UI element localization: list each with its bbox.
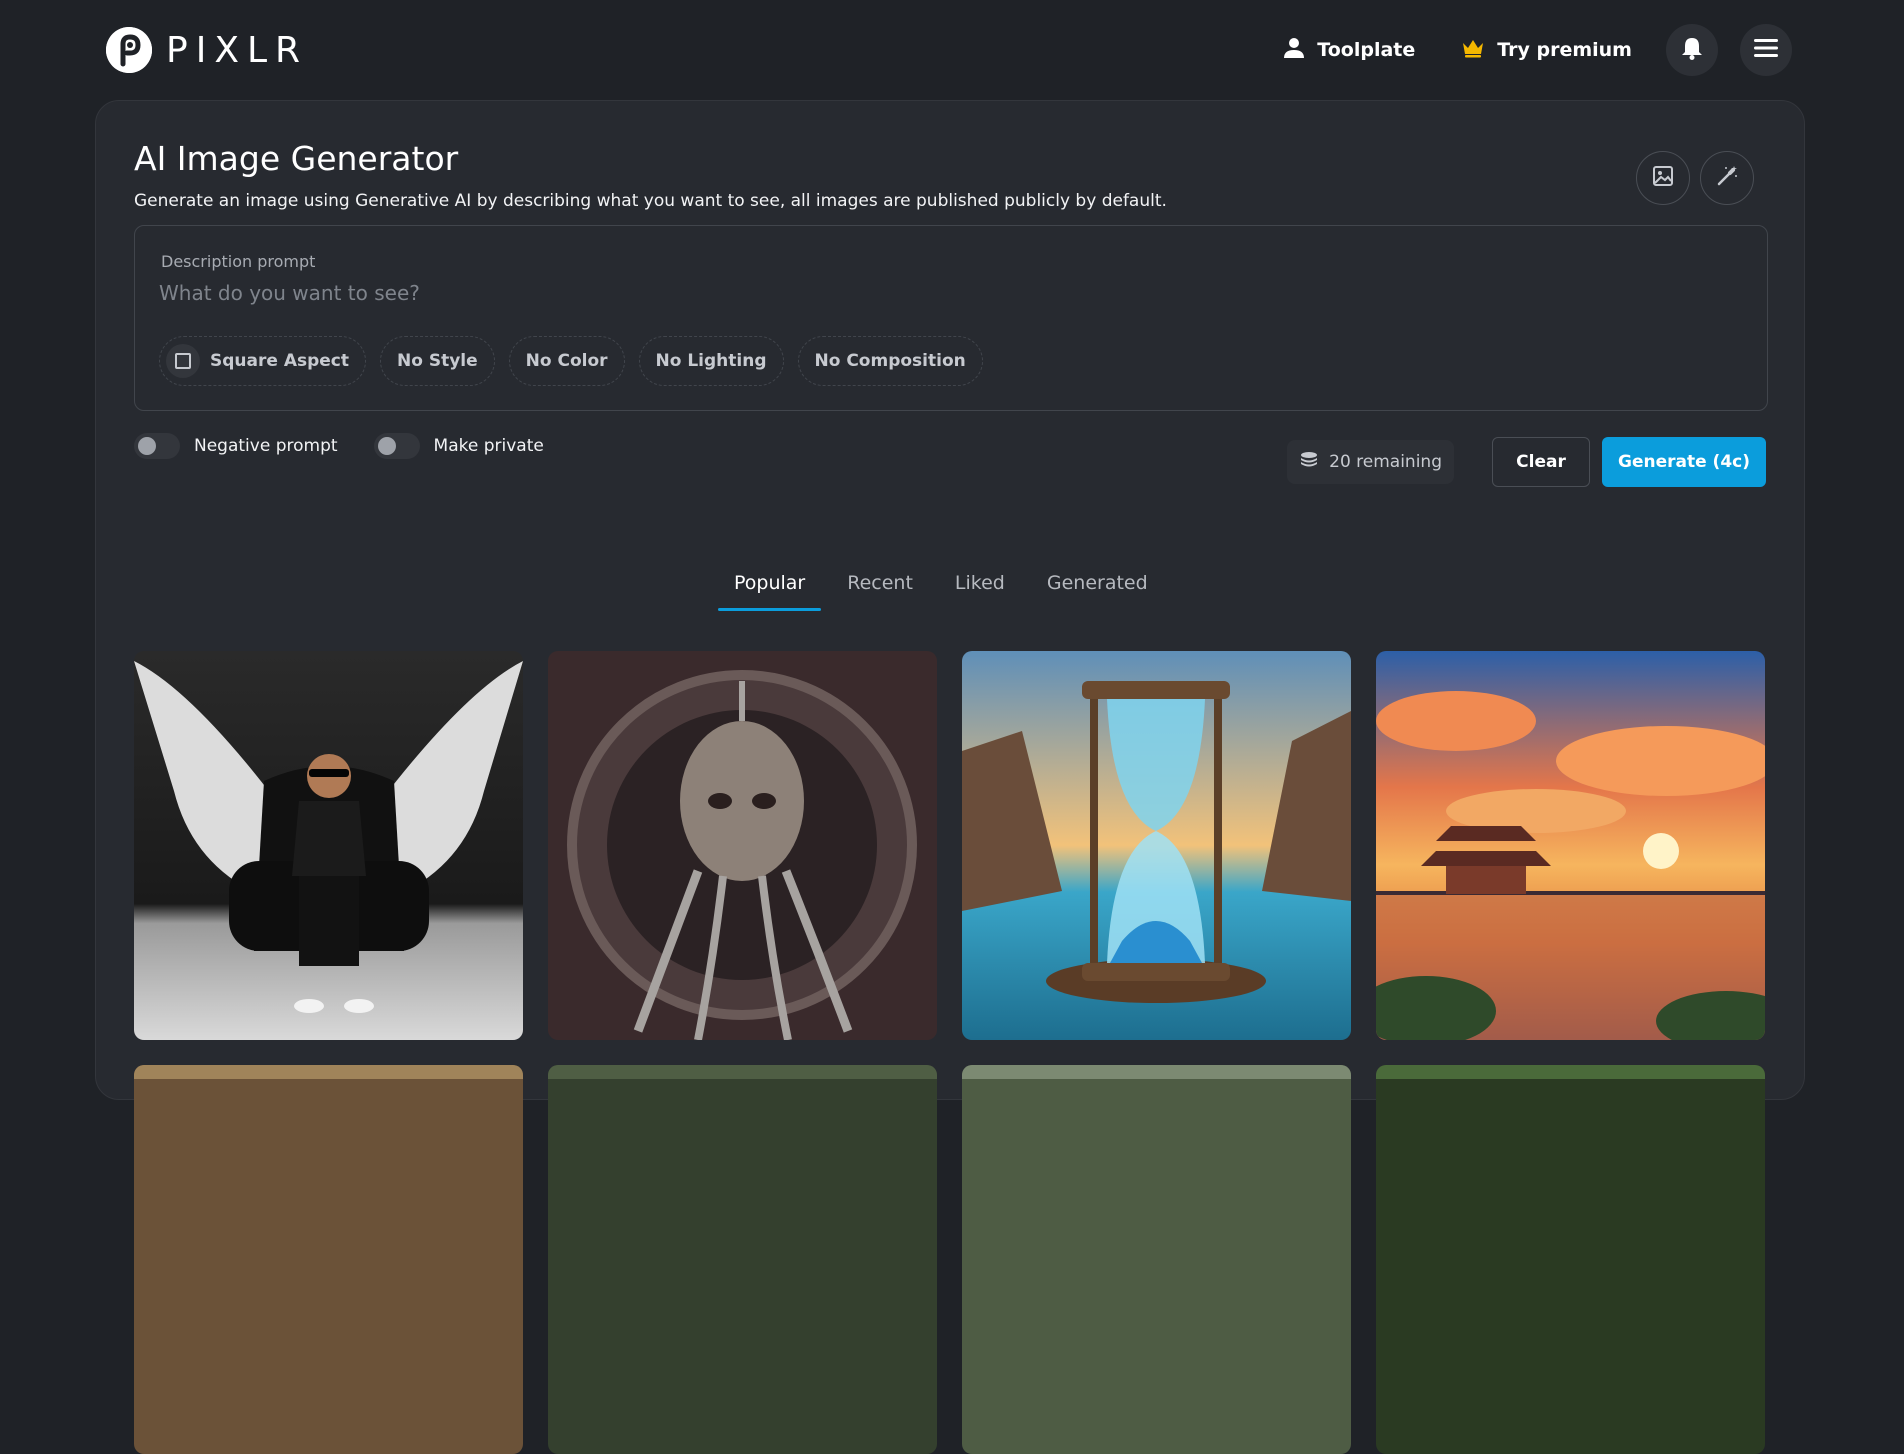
gallery-image[interactable] <box>548 651 937 1040</box>
gallery-image[interactable] <box>1376 1065 1765 1454</box>
image-reference-button[interactable] <box>1636 151 1690 205</box>
make-private-toggle[interactable]: Make private <box>373 433 544 459</box>
chip-label: No Color <box>525 351 608 371</box>
toggle-switch[interactable] <box>134 433 180 459</box>
user-icon <box>1283 37 1305 64</box>
tool-buttons <box>1636 151 1754 205</box>
page-title: AI Image Generator <box>134 139 459 178</box>
chip-label: Square Aspect <box>210 351 349 371</box>
color-chip[interactable]: No Color <box>508 336 625 386</box>
tab-popular[interactable]: Popular <box>718 557 822 611</box>
prompt-options: Square Aspect No Style No Color No Light… <box>159 336 983 386</box>
style-chip[interactable]: No Style <box>380 336 495 386</box>
notifications-button[interactable] <box>1666 24 1718 76</box>
generate-row: 20 remaining Clear Generate (4c) <box>1287 437 1766 487</box>
magic-wand-icon <box>1715 164 1739 192</box>
prompt-box: Description prompt Square Aspect No Styl… <box>134 225 1768 411</box>
credits-remaining: 20 remaining <box>1287 440 1454 484</box>
lighting-chip[interactable]: No Lighting <box>638 336 784 386</box>
pixlr-logo-icon <box>106 27 152 73</box>
chip-label: No Composition <box>814 351 966 371</box>
prompt-label: Description prompt <box>161 252 316 271</box>
bell-icon <box>1681 36 1703 64</box>
page-subtitle: Generate an image using Generative AI by… <box>134 191 1167 211</box>
crown-icon <box>1461 38 1485 63</box>
toggle-switch[interactable] <box>373 433 420 459</box>
gallery-image[interactable] <box>134 1065 523 1454</box>
gallery-image[interactable] <box>548 1065 937 1454</box>
chip-label: No Lighting <box>655 351 767 371</box>
clear-button[interactable]: Clear <box>1492 437 1590 487</box>
gallery-image[interactable] <box>962 651 1351 1040</box>
menu-button[interactable] <box>1740 24 1792 76</box>
coins-stack-icon <box>1299 450 1319 475</box>
magic-wand-button[interactable] <box>1700 151 1754 205</box>
toggle-row: Negative prompt Make private <box>134 433 544 459</box>
try-premium-link[interactable]: Try premium <box>1449 38 1644 63</box>
image-gallery <box>134 651 1770 1454</box>
brand-name: PIXLR <box>166 29 309 71</box>
tab-liked[interactable]: Liked <box>939 557 1021 609</box>
gallery-image[interactable] <box>962 1065 1351 1454</box>
tab-generated[interactable]: Generated <box>1031 557 1164 609</box>
gallery-tabs: Popular Recent Liked Generated <box>718 557 1174 611</box>
checkbox-icon <box>166 344 200 378</box>
tab-recent[interactable]: Recent <box>831 557 929 609</box>
generator-card: AI Image Generator Generate an image usi… <box>95 100 1805 1454</box>
account-label: Toolplate <box>1317 39 1416 61</box>
remaining-text: 20 remaining <box>1329 452 1442 472</box>
account-link[interactable]: Toolplate <box>1271 37 1427 64</box>
toggle-label: Negative prompt <box>194 436 338 456</box>
header-actions: Toolplate Try premium <box>1271 24 1792 76</box>
generate-button[interactable]: Generate (4c) <box>1602 437 1766 487</box>
toggle-label: Make private <box>433 436 544 456</box>
description-prompt-input[interactable] <box>159 276 1159 310</box>
gallery-image[interactable] <box>134 651 523 1040</box>
negative-prompt-toggle[interactable]: Negative prompt <box>134 433 338 459</box>
chip-label: No Style <box>397 351 478 371</box>
top-bar: PIXLR Toolplate Try premium <box>0 0 1904 100</box>
square-aspect-chip[interactable]: Square Aspect <box>159 336 366 386</box>
premium-label: Try premium <box>1497 39 1632 61</box>
hamburger-icon <box>1754 38 1778 62</box>
pixlr-logo[interactable]: PIXLR <box>106 26 308 74</box>
gallery-image[interactable] <box>1376 651 1765 1040</box>
composition-chip[interactable]: No Composition <box>797 336 983 386</box>
image-icon <box>1652 165 1674 191</box>
